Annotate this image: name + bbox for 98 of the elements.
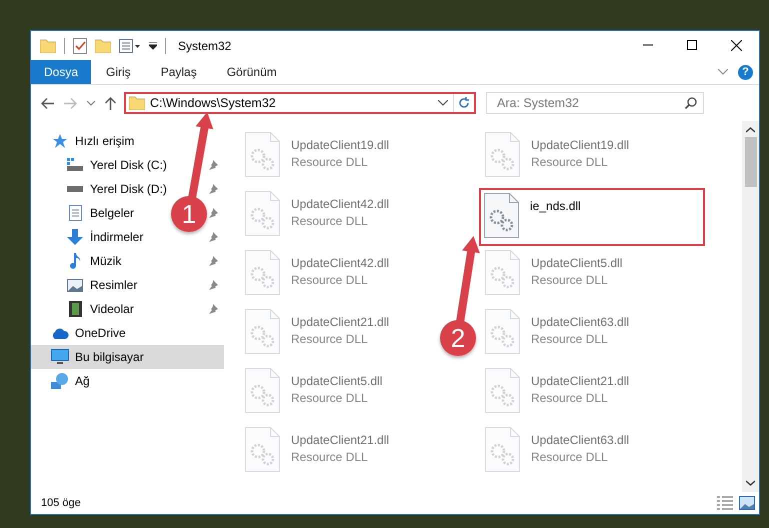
- nav-item[interactable]: Yerel Disk (C:): [31, 153, 171, 177]
- document-icon: [68, 205, 82, 221]
- file-item[interactable]: UpdateClient42.dll Resource DLL: [242, 247, 396, 305]
- file-name: UpdateClient19.dll: [291, 138, 390, 152]
- file-name: UpdateClient63.dll: [531, 433, 630, 447]
- file-name: UpdateClient21.dll: [531, 374, 630, 388]
- nav-item[interactable]: Resimler: [31, 273, 142, 297]
- ribbon-tab[interactable]: Paylaş: [146, 60, 212, 84]
- file-name: UpdateClient42.dll: [291, 256, 390, 270]
- large-icons-view-icon[interactable]: [739, 496, 755, 510]
- file-type: Resource DLL: [531, 450, 609, 464]
- monitor-icon: [51, 349, 69, 365]
- file-name: UpdateClient5.dll: [531, 256, 622, 270]
- pin-icon[interactable]: [209, 304, 218, 314]
- dll-file-icon: [485, 132, 520, 177]
- scrollbar-thumb[interactable]: [744, 137, 756, 187]
- file-name: UpdateClient21.dll: [291, 315, 390, 329]
- dll-file-icon: [485, 427, 520, 472]
- file-item[interactable]: UpdateClient5.dll Resource DLL: [242, 365, 388, 423]
- nav-item[interactable]: Bu bilgisayar: [31, 345, 224, 369]
- search-field[interactable]: Ara: System32: [486, 92, 704, 114]
- drive-icon: [67, 158, 83, 172]
- dll-file-icon: [245, 309, 280, 354]
- dll-file-icon: [485, 368, 520, 413]
- item-count: 105 öge: [41, 497, 81, 509]
- nav-item[interactable]: Videolar: [31, 297, 138, 321]
- dropdown-icon[interactable]: [149, 42, 157, 50]
- file-type: Resource DLL: [291, 391, 369, 405]
- file-item[interactable]: UpdateClient19.dll Resource DLL: [242, 129, 396, 187]
- dll-file-icon: [245, 427, 280, 472]
- file-item[interactable]: UpdateClient21.dll Resource DLL: [242, 424, 396, 482]
- pin-icon[interactable]: [209, 208, 218, 218]
- file-name: UpdateClient5.dll: [291, 374, 382, 388]
- file-name: UpdateClient21.dll: [291, 433, 390, 447]
- file-type: Resource DLL: [291, 214, 369, 228]
- download-arrow-icon: [67, 229, 83, 245]
- file-type: Resource DLL: [531, 391, 609, 405]
- star-icon: [52, 133, 68, 149]
- file-item[interactable]: ie_nds.dll: [479, 188, 705, 246]
- file-type: Resource DLL: [531, 273, 609, 287]
- cloud-icon: [51, 328, 69, 338]
- file-type: Resource DLL: [291, 273, 369, 287]
- dll-file-icon: [485, 309, 520, 354]
- chevron-down-icon[interactable]: [438, 100, 448, 106]
- file-type: Resource DLL: [531, 155, 609, 169]
- address-field[interactable]: C:\Windows\System32: [124, 92, 476, 114]
- nav-item[interactable]: Belgeler: [31, 201, 138, 225]
- ribbon-tab[interactable]: Giriş: [91, 60, 146, 84]
- nav-item[interactable]: İndirmeler: [31, 225, 148, 249]
- up-arrow-icon[interactable]: [105, 96, 116, 110]
- dll-file-icon: [245, 368, 280, 413]
- file-type: Resource DLL: [291, 332, 369, 346]
- picture-icon: [67, 278, 83, 292]
- file-name: UpdateClient63.dll: [531, 315, 630, 329]
- pin-icon[interactable]: [209, 160, 218, 170]
- file-name: UpdateClient42.dll: [291, 197, 390, 211]
- dll-file-icon: [245, 132, 280, 177]
- file-type: Resource DLL: [291, 450, 369, 464]
- nav-item[interactable]: Ağ: [31, 369, 94, 393]
- music-note-icon: [69, 253, 81, 269]
- file-name: ie_nds.dll: [530, 199, 581, 213]
- network-icon: [51, 373, 69, 389]
- help-button[interactable]: ?: [738, 64, 753, 80]
- drive-icon: [67, 186, 83, 192]
- pin-icon[interactable]: [209, 184, 218, 194]
- details-view-icon[interactable]: [717, 496, 733, 510]
- search-icon[interactable]: [685, 97, 697, 109]
- film-icon: [68, 301, 82, 317]
- back-arrow-icon[interactable]: [41, 98, 54, 108]
- nav-item[interactable]: Hızlı erişim: [31, 129, 138, 153]
- properties-icon[interactable]: [119, 38, 141, 52]
- pin-icon[interactable]: [209, 280, 218, 290]
- file-item[interactable]: UpdateClient42.dll Resource DLL: [242, 188, 396, 246]
- dll-file-icon: [485, 250, 520, 295]
- file-item[interactable]: UpdateClient21.dll Resource DLL: [242, 306, 396, 364]
- file-item[interactable]: UpdateClient5.dll Resource DLL: [482, 247, 628, 305]
- ribbon-tab[interactable]: Dosya: [31, 60, 92, 84]
- file-item[interactable]: UpdateClient63.dll Resource DLL: [482, 306, 636, 364]
- ribbon-tab[interactable]: Görünüm: [212, 60, 292, 84]
- file-item[interactable]: UpdateClient21.dll Resource DLL: [482, 365, 636, 423]
- dll-file-icon: [484, 193, 519, 238]
- file-name: UpdateClient19.dll: [531, 138, 630, 152]
- pin-icon[interactable]: [209, 232, 218, 242]
- dll-file-icon: [245, 250, 280, 295]
- nav-item[interactable]: Müzik: [31, 249, 126, 273]
- nav-item[interactable]: OneDrive: [31, 321, 130, 345]
- scroll-up-icon[interactable]: [746, 127, 755, 133]
- checklist-icon[interactable]: [73, 38, 87, 54]
- file-item[interactable]: UpdateClient63.dll Resource DLL: [482, 424, 636, 482]
- file-type: Resource DLL: [531, 332, 609, 346]
- dll-file-icon: [245, 191, 280, 236]
- refresh-icon[interactable]: [458, 97, 470, 109]
- scroll-down-icon[interactable]: [746, 480, 755, 486]
- pin-icon[interactable]: [209, 256, 218, 266]
- file-item[interactable]: UpdateClient19.dll Resource DLL: [482, 129, 636, 187]
- file-type: Resource DLL: [291, 155, 369, 169]
- nav-item[interactable]: Yerel Disk (D:): [31, 177, 171, 201]
- window-title: System32: [178, 38, 232, 52]
